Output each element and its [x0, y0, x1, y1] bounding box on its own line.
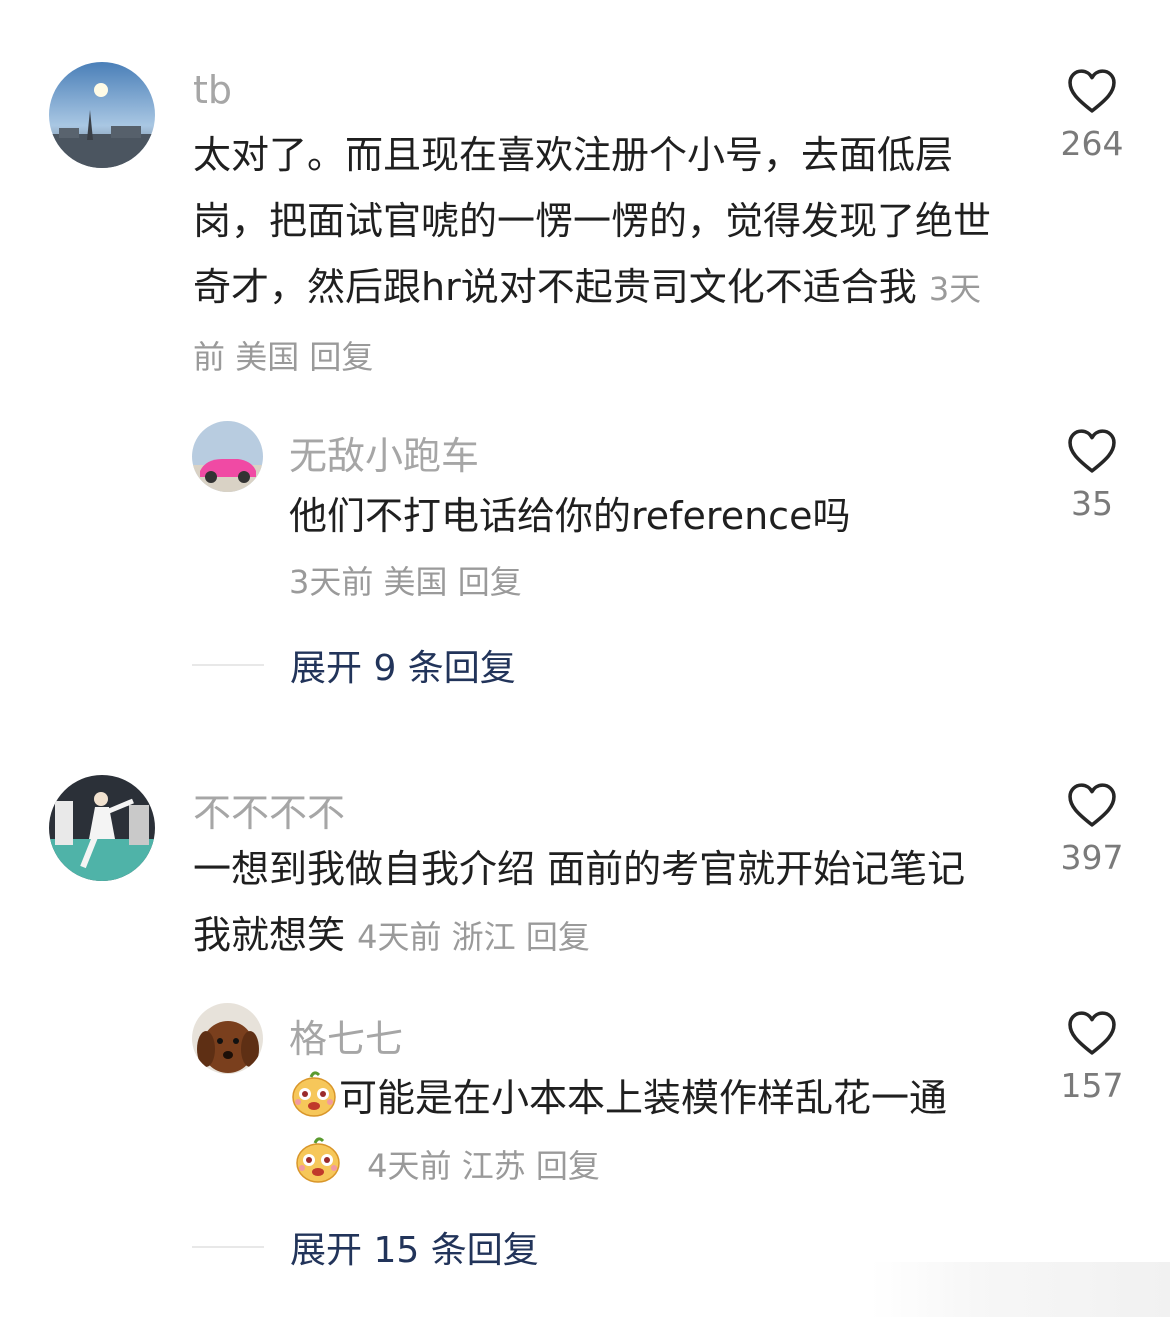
reply-body: 可能是在小本本上装模作样乱花一通 4天前 江苏 回复 — [289, 1065, 979, 1199]
sticker-face-icon — [296, 1137, 340, 1183]
heart-icon[interactable] — [1066, 782, 1118, 828]
comment-location: 浙江 — [451, 918, 516, 956]
bottom-fade-overlay — [870, 1262, 1170, 1317]
like-control: 397 — [1042, 782, 1142, 877]
heart-icon[interactable] — [1066, 1010, 1118, 1056]
avatar-dog-image — [192, 1003, 263, 1074]
comment-time: 4天前 — [357, 918, 442, 956]
reply-avatar[interactable] — [192, 1003, 263, 1074]
like-count: 157 — [1060, 1066, 1124, 1105]
sticker-face-icon — [292, 1071, 336, 1117]
like-count: 397 — [1060, 838, 1124, 877]
reply-button[interactable]: 回复 — [536, 1147, 600, 1185]
reply-username[interactable]: 格七七 — [289, 1008, 403, 1063]
avatar[interactable] — [49, 775, 155, 881]
reply-location: 江苏 — [461, 1147, 526, 1185]
reply-time: 4天前 — [367, 1147, 452, 1185]
reply-button[interactable]: 回复 — [526, 918, 590, 956]
expand-replies-label[interactable]: 展开 15 条回复 — [290, 1221, 539, 1273]
divider-line — [192, 1246, 264, 1248]
comment-body: 一想到我做自我介绍 面前的考官就开始记笔记 我就想笑 4天前 浙江 回复 — [193, 836, 1003, 970]
comment-item: 不不不不 一想到我做自我介绍 面前的考官就开始记笔记 我就想笑 4天前 浙江 回… — [0, 0, 1170, 1317]
expand-replies[interactable]: 展开 15 条回复 — [192, 1222, 539, 1272]
comment-username[interactable]: 不不不不 — [193, 782, 345, 837]
reply-text: 可能是在小本本上装模作样乱花一通 — [339, 1076, 948, 1120]
avatar-dancer-image — [49, 775, 155, 881]
like-control: 157 — [1042, 1010, 1142, 1105]
